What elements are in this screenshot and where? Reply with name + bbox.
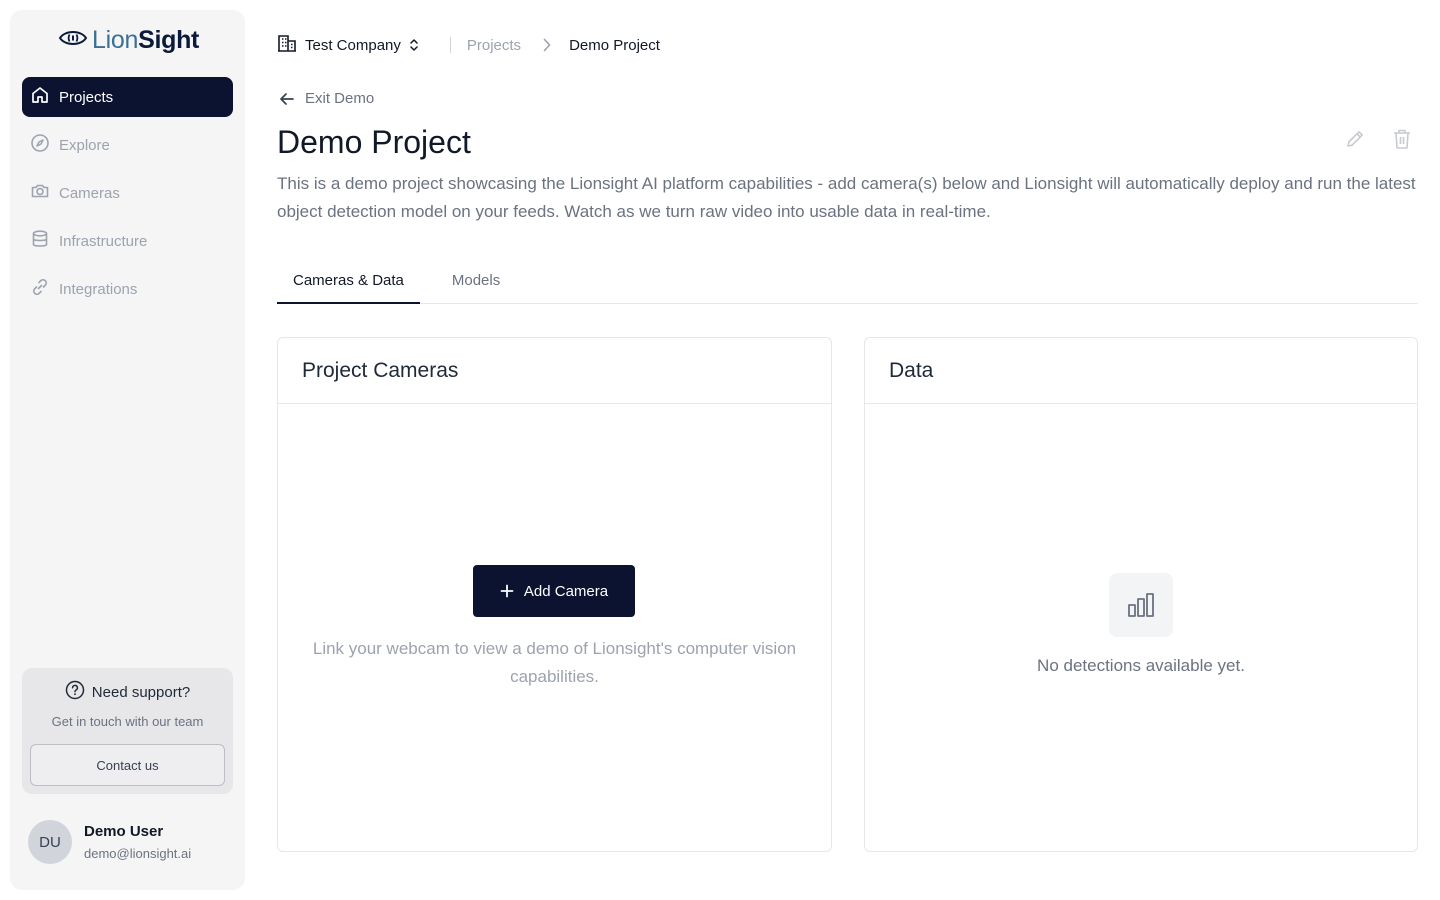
support-title: Need support? <box>22 680 233 704</box>
card-title: Data <box>865 338 1417 404</box>
exit-demo-link[interactable]: Exit Demo <box>279 90 374 107</box>
bar-chart-icon <box>1109 573 1173 637</box>
link-icon <box>30 277 59 301</box>
sidebar-item-label: Projects <box>59 88 114 106</box>
home-icon <box>30 85 59 109</box>
title-actions <box>1344 128 1412 150</box>
add-camera-button[interactable]: Add Camera <box>473 565 635 617</box>
page-description: This is a demo project showcasing the Li… <box>277 174 1416 221</box>
data-card: Data No detections available yet. <box>864 337 1418 852</box>
breadcrumb-projects[interactable]: Projects <box>467 37 521 54</box>
arrow-left-icon <box>279 91 295 107</box>
user-email: demo@lionsight.ai <box>84 846 192 861</box>
sidebar-item-label: Infrastructure <box>59 232 148 250</box>
avatar: DU <box>28 820 72 864</box>
sidebar-item-projects[interactable]: Projects <box>22 77 233 117</box>
tab-cameras-data[interactable]: Cameras & Data <box>277 262 420 304</box>
building-icon <box>277 33 305 57</box>
sidebar-nav: Projects Explore Cameras Infrastructure … <box>22 77 233 317</box>
camera-icon <box>30 181 59 205</box>
question-circle-icon <box>65 680 85 704</box>
project-cameras-card: Project Cameras Add Camera Link your web… <box>277 337 832 852</box>
empty-state-text: No detections available yet. <box>1037 656 1245 675</box>
eye-icon <box>58 27 88 54</box>
card-title: Project Cameras <box>278 338 831 404</box>
compass-icon <box>30 133 59 157</box>
trash-icon[interactable] <box>1392 128 1412 150</box>
logo-text: LionSight <box>92 26 200 54</box>
sidebar-item-cameras[interactable]: Cameras <box>22 173 233 213</box>
sidebar: LionSight Projects Explore Cameras Infra… <box>10 10 245 890</box>
user-profile[interactable]: DU Demo User demo@lionsight.ai <box>28 820 191 864</box>
tab-bar: Cameras & Data Models <box>277 262 1418 304</box>
breadcrumb-divider <box>449 37 451 53</box>
page-title: Demo Project <box>277 124 471 160</box>
chevron-right-icon <box>543 38 551 52</box>
company-selector[interactable]: Test Company <box>277 33 428 57</box>
sidebar-item-integrations[interactable]: Integrations <box>22 269 233 309</box>
user-name: Demo User <box>84 823 164 840</box>
support-subtitle: Get in touch with our team <box>51 714 204 729</box>
plus-icon <box>500 584 514 598</box>
breadcrumb: Test Company Projects Demo Project <box>277 32 660 58</box>
database-icon <box>30 229 59 253</box>
contact-us-button[interactable]: Contact us <box>30 744 225 786</box>
company-name: Test Company <box>305 36 401 54</box>
cameras-note: Link your webcam to view a demo of Lions… <box>312 639 797 686</box>
support-panel: Need support? Get in touch with our team… <box>22 668 233 794</box>
edit-icon[interactable] <box>1344 128 1366 150</box>
sidebar-item-label: Explore <box>59 136 110 154</box>
sidebar-item-infrastructure[interactable]: Infrastructure <box>22 221 233 261</box>
sidebar-item-label: Integrations <box>59 280 138 298</box>
tab-models[interactable]: Models <box>436 262 516 304</box>
chevron-up-down-icon <box>408 37 428 53</box>
sidebar-item-explore[interactable]: Explore <box>22 125 233 165</box>
logo[interactable]: LionSight <box>58 26 199 55</box>
breadcrumb-current: Demo Project <box>569 36 660 54</box>
sidebar-item-label: Cameras <box>59 184 120 202</box>
